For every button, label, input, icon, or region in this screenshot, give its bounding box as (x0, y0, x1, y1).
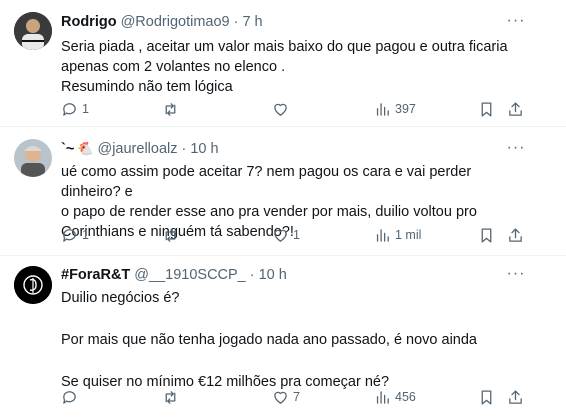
bookmark-button[interactable] (478, 387, 495, 407)
more-options-button[interactable]: ··· (506, 265, 526, 283)
retweet-button[interactable] (162, 99, 183, 119)
views-button[interactable]: 1 mil (374, 225, 421, 245)
tweet-actions: 7 456 (61, 387, 531, 407)
more-options-button[interactable]: ··· (506, 12, 526, 30)
avatar[interactable] (14, 139, 52, 177)
like-button[interactable]: 1 (272, 225, 300, 245)
reply-button[interactable]: 1 (61, 225, 89, 245)
retweet-button[interactable] (162, 387, 183, 407)
user-handle[interactable]: @jaurelloalz (97, 141, 177, 157)
tweet-actions: 1 397 (61, 99, 531, 119)
heart-icon (274, 391, 287, 404)
separator-dot: · (181, 141, 187, 157)
timestamp[interactable]: 10 h (190, 141, 218, 157)
separator-dot: · (249, 267, 255, 283)
bookmark-icon (481, 389, 492, 405)
share-button[interactable] (507, 387, 524, 407)
view-count: 1 mil (395, 228, 422, 242)
timestamp[interactable]: 7 h (242, 14, 262, 30)
view-count: 397 (395, 102, 416, 116)
reply-icon (63, 390, 76, 404)
display-name[interactable]: `~ (61, 141, 74, 157)
views-button[interactable]: 456 (374, 387, 416, 407)
reply-button[interactable]: 1 (61, 99, 89, 119)
avatar-photo (14, 139, 52, 177)
like-count: 7 (293, 390, 300, 404)
chicken-emoji-icon: 🐔 (77, 141, 94, 156)
views-button[interactable]: 397 (374, 99, 416, 119)
retweet-icon (165, 390, 176, 404)
avatar[interactable] (14, 266, 52, 304)
tweet-text: Duilio negócios é? Por mais que não tenh… (61, 290, 477, 390)
view-count: 456 (395, 390, 416, 404)
tweet-3[interactable]: #ForaR&T @__1910SCCP_ · 10 h ··· Duilio … (0, 256, 566, 417)
like-button[interactable] (272, 99, 293, 119)
reply-icon (63, 228, 76, 242)
bookmark-button[interactable] (478, 99, 495, 119)
separator-dot: · (233, 14, 239, 30)
tweet-1[interactable]: Rodrigo @Rodrigotimao9 · 7 h ··· Seria p… (0, 0, 566, 126)
avatar-photo (14, 12, 52, 50)
reply-icon (63, 102, 76, 116)
heart-icon (274, 229, 287, 242)
bookmark-icon (481, 227, 492, 243)
display-name[interactable]: Rodrigo (61, 14, 117, 30)
tweet-2[interactable]: `~ 🐔 @jaurelloalz · 10 h ··· ué como ass… (0, 127, 566, 255)
reply-count: 1 (82, 228, 89, 242)
bookmark-button[interactable] (478, 225, 495, 245)
views-icon (376, 390, 389, 404)
tweet-text: Seria piada , aceitar um valor mais baix… (61, 39, 508, 95)
retweet-icon (165, 102, 176, 116)
user-handle[interactable]: @Rodrigotimao9 (121, 14, 230, 30)
like-button[interactable]: 7 (272, 387, 300, 407)
user-handle[interactable]: @__1910SCCP_ (134, 267, 245, 283)
tweet-header: #ForaR&T @__1910SCCP_ · 10 h (61, 266, 287, 284)
tweet-header: Rodrigo @Rodrigotimao9 · 7 h (61, 13, 263, 31)
reply-button[interactable] (61, 387, 82, 407)
tweet-actions: 1 1 1 mil (61, 225, 531, 245)
bookmark-icon (481, 101, 492, 117)
share-icon (509, 389, 522, 404)
avatar[interactable] (14, 12, 52, 50)
views-icon (376, 102, 389, 116)
share-button[interactable] (507, 99, 524, 119)
reply-count: 1 (82, 102, 89, 116)
share-icon (509, 101, 522, 116)
like-count: 1 (293, 228, 300, 242)
retweet-icon (165, 228, 176, 242)
share-button[interactable] (507, 225, 524, 245)
tweet-header: `~ 🐔 @jaurelloalz · 10 h (61, 140, 219, 158)
timestamp[interactable]: 10 h (259, 267, 287, 283)
views-icon (376, 228, 389, 242)
more-options-button[interactable]: ··· (506, 139, 526, 157)
heart-icon (274, 103, 287, 116)
sccp-logo-icon (14, 266, 52, 304)
display-name[interactable]: #ForaR&T (61, 267, 130, 283)
share-icon (509, 227, 522, 242)
retweet-button[interactable] (162, 225, 183, 245)
